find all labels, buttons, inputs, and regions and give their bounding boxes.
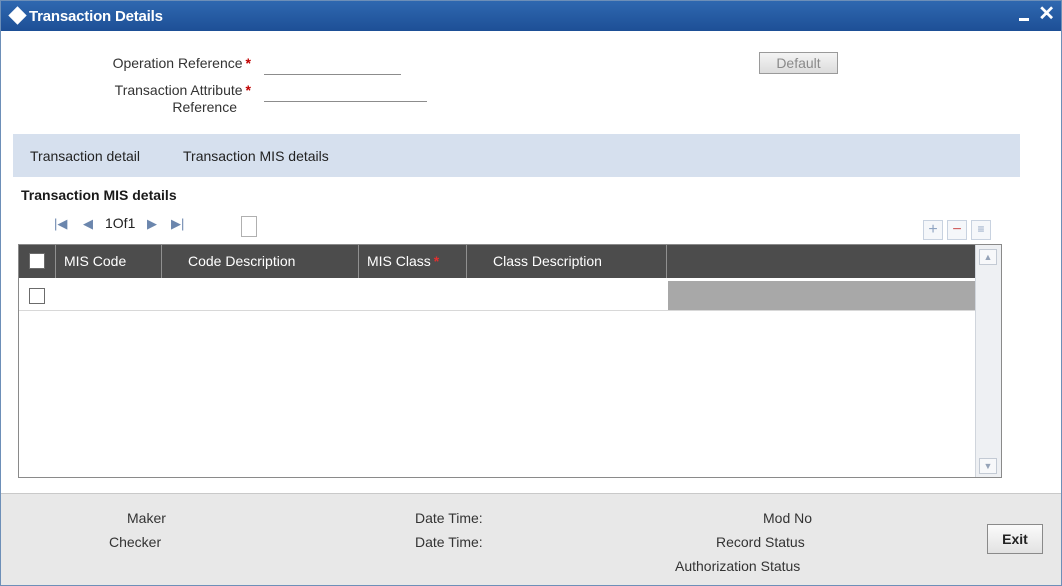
column-header-mis-class[interactable]: MIS Class * [359, 245, 467, 278]
transaction-attribute-reference-label-line2: Reference [172, 99, 237, 115]
add-row-icon[interactable]: + [923, 220, 943, 240]
required-marker: * [245, 55, 251, 71]
row-checkbox[interactable] [29, 288, 45, 304]
mis-details-grid: MIS Code Code Description MIS Class * Cla… [18, 244, 1002, 478]
column-header-class-description[interactable]: Class Description [467, 245, 667, 278]
first-page-icon[interactable]: |◀ [54, 216, 67, 232]
last-page-icon[interactable]: ▶| [171, 216, 184, 232]
mod-no-label: Mod No [763, 510, 813, 526]
column-header-label: MIS Class [367, 253, 431, 269]
tab-transaction-detail[interactable]: Transaction detail [30, 148, 140, 164]
prev-page-icon[interactable]: ◀ [83, 216, 93, 232]
table-row[interactable] [19, 280, 976, 311]
row-filler-cell [668, 281, 976, 310]
grid-toolbar: + − ≡ [923, 220, 1003, 240]
operation-reference-field[interactable] [264, 55, 401, 75]
checker-label: Checker [109, 534, 162, 550]
transaction-details-window: Transaction Details ✕ Operation Referenc… [0, 0, 1062, 586]
select-all-column [19, 245, 56, 278]
tab-transaction-mis-details[interactable]: Transaction MIS details [183, 148, 329, 164]
title-bar: Transaction Details ✕ [1, 1, 1061, 31]
column-header-label: Code Description [188, 253, 296, 269]
section-title: Transaction MIS details [21, 187, 177, 203]
view-row-icon[interactable]: ≡ [971, 220, 991, 240]
page-indicator: 1Of1 [105, 215, 136, 231]
transaction-attribute-reference-field[interactable] [264, 82, 427, 102]
vertical-scrollbar[interactable]: ▲ ▼ [975, 245, 1001, 477]
column-header-code-description[interactable]: Code Description [162, 245, 359, 278]
minimize-icon[interactable] [1017, 4, 1033, 26]
transaction-attribute-reference-label-line1: Transaction Attribute [114, 82, 243, 98]
operation-reference-label-text: Operation Reference [112, 55, 243, 71]
checker-date-time-label: Date Time: [415, 534, 483, 550]
delete-row-icon[interactable]: − [947, 220, 967, 240]
operation-reference-label: Operation Reference * [61, 55, 251, 72]
app-diamond-icon [8, 6, 27, 25]
column-header-mis-code[interactable]: MIS Code [56, 245, 162, 278]
scroll-up-icon[interactable]: ▲ [979, 249, 997, 265]
transaction-attribute-reference-label: Transaction Attribute * Reference [61, 82, 251, 116]
column-header-label: Class Description [493, 253, 602, 269]
column-header-label: MIS Code [64, 253, 127, 269]
required-marker: * [245, 82, 251, 98]
close-icon[interactable]: ✕ [1038, 3, 1055, 25]
maker-date-time-label: Date Time: [415, 510, 483, 526]
page-number-input[interactable] [241, 216, 257, 237]
next-page-icon[interactable]: ▶ [147, 216, 157, 232]
window-title: Transaction Details [29, 8, 163, 25]
exit-button[interactable]: Exit [987, 524, 1043, 554]
required-marker: * [433, 253, 440, 269]
maker-label: Maker [127, 510, 166, 526]
pager: |◀ ◀ 1Of1 ▶ ▶| [21, 213, 321, 237]
grid-header: MIS Code Code Description MIS Class * Cla… [19, 245, 976, 278]
select-all-checkbox[interactable] [29, 253, 45, 269]
record-status-label: Record Status [716, 534, 805, 550]
tab-strip: Transaction detail Transaction MIS detai… [13, 134, 1020, 177]
scroll-down-icon[interactable]: ▼ [979, 458, 997, 474]
authorization-status-label: Authorization Status [675, 558, 801, 574]
default-button[interactable]: Default [759, 52, 838, 74]
